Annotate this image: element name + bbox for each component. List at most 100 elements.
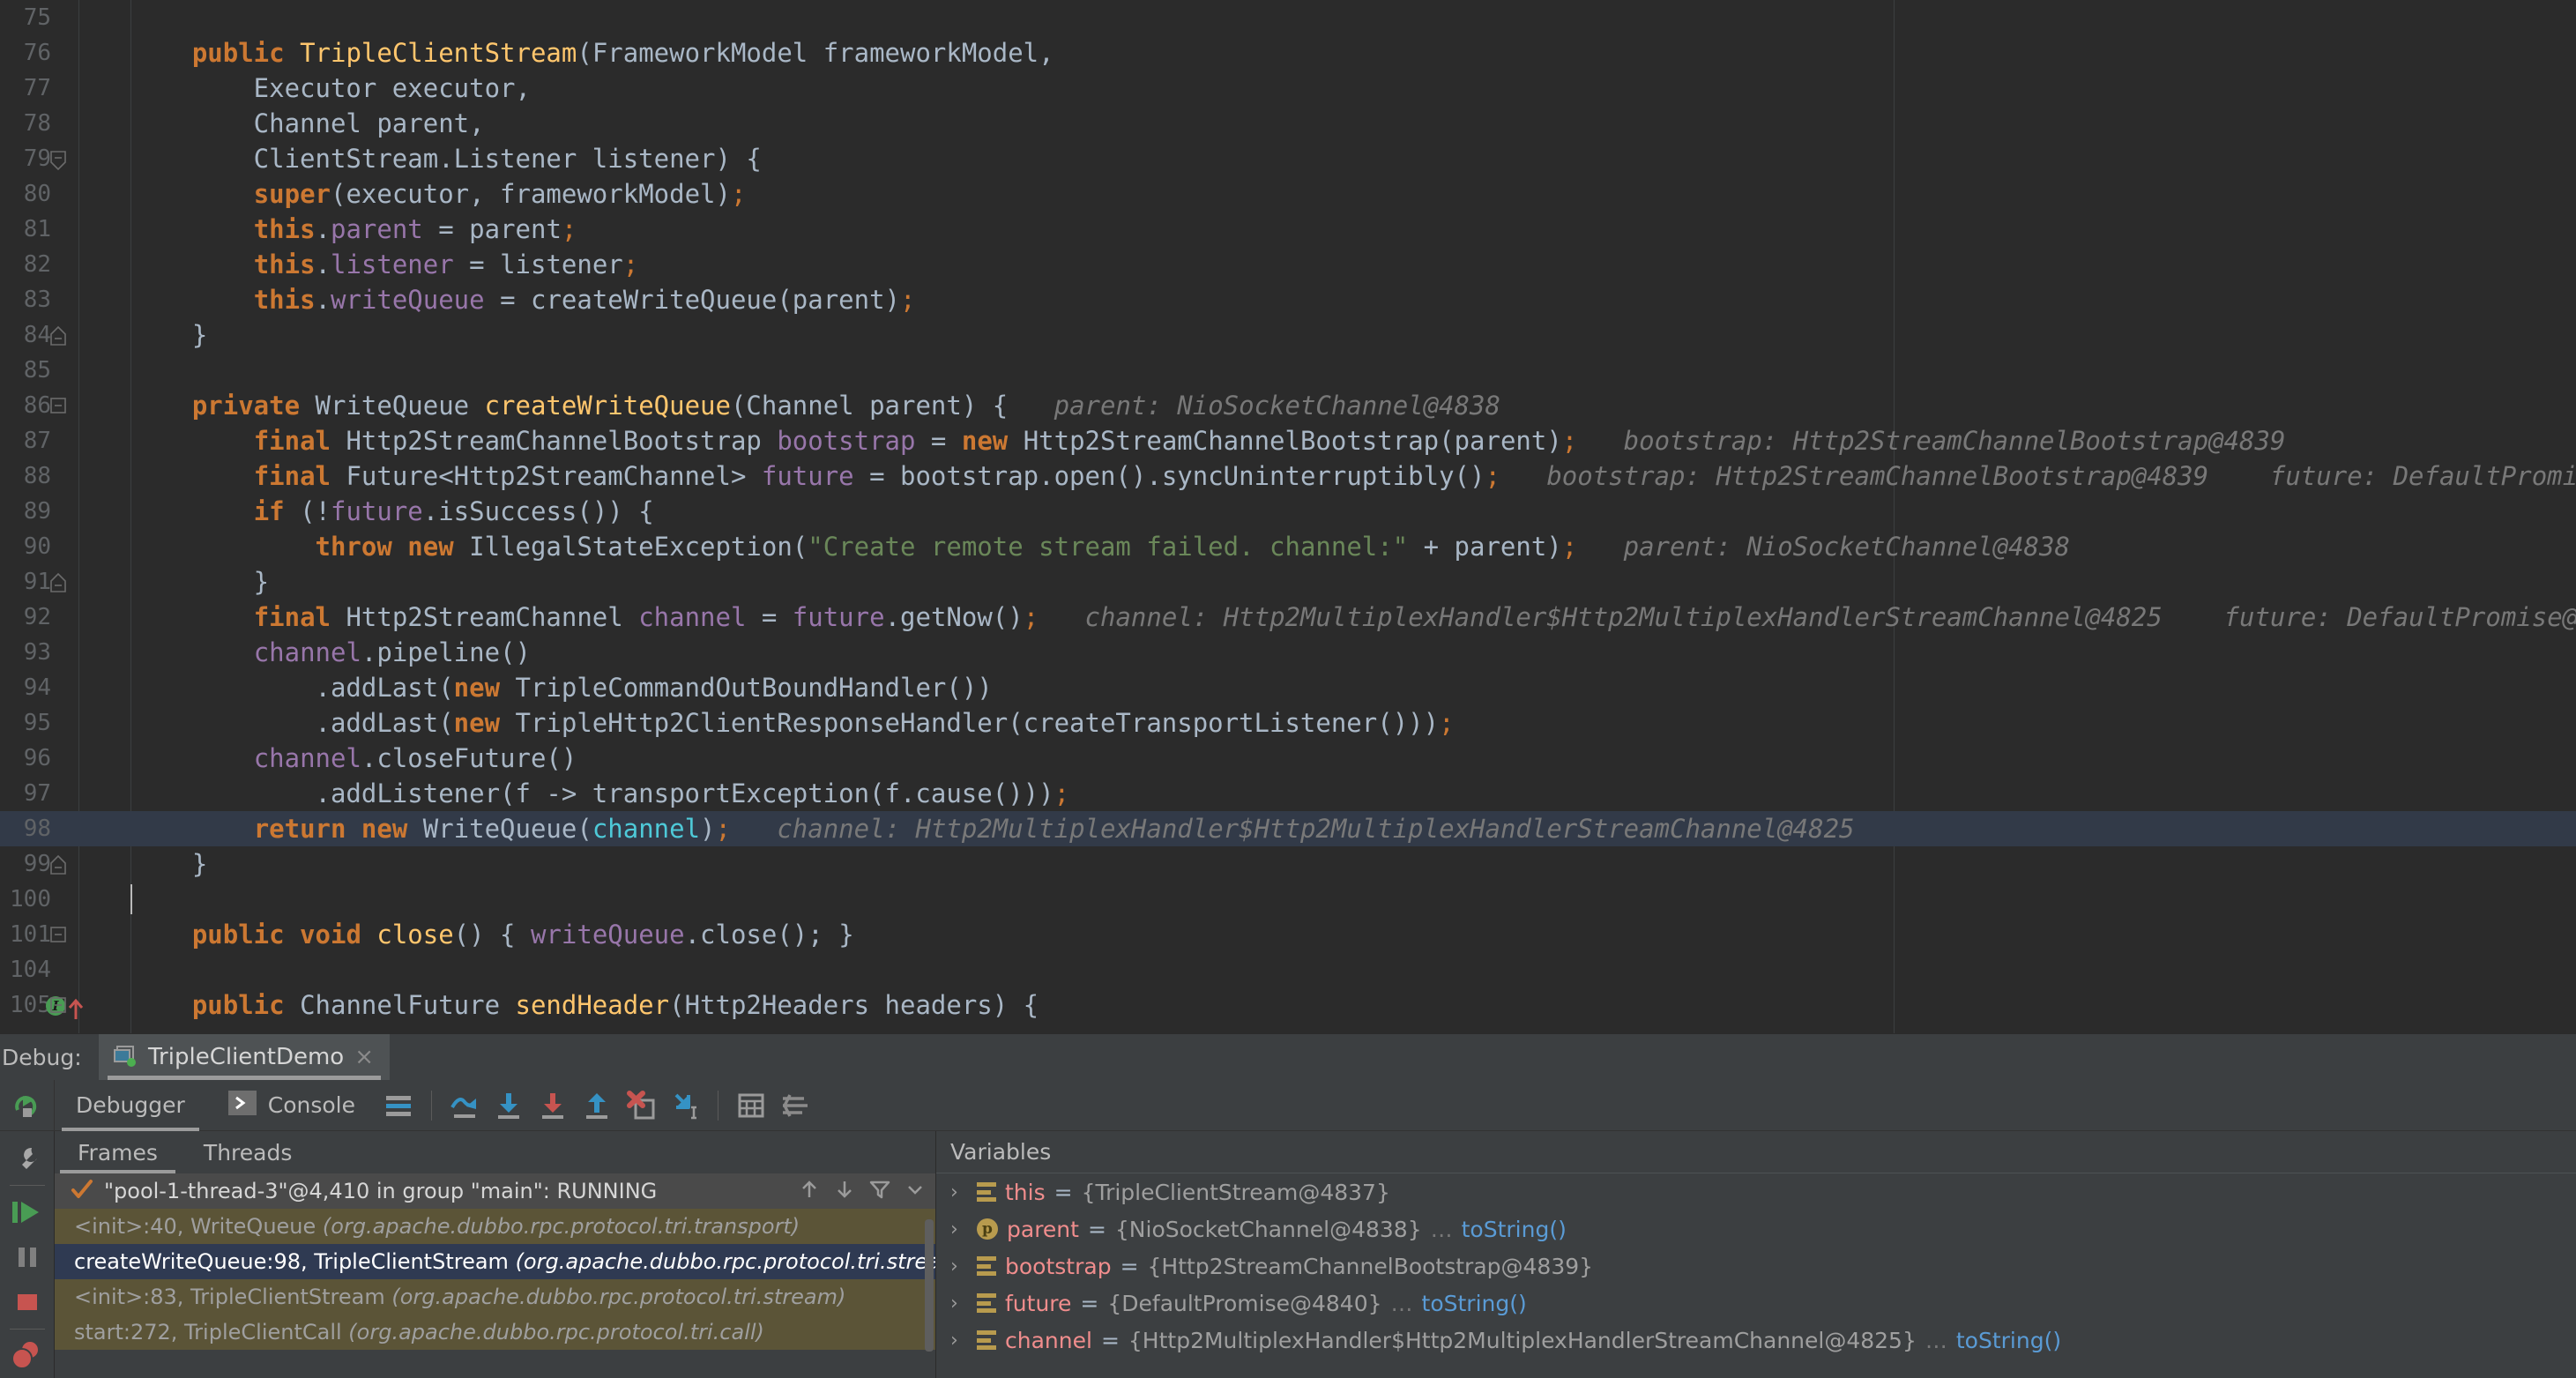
variable-name: bootstrap: [1005, 1253, 1112, 1279]
code-line[interactable]: 98 return new WriteQueue(channel); chann…: [0, 811, 2576, 846]
filter-icon[interactable]: [868, 1178, 891, 1204]
code-token: + parent): [1408, 532, 1562, 562]
frames-scrollbar[interactable]: [925, 1219, 934, 1352]
debug-session-tab[interactable]: TripleClientDemo ×: [99, 1034, 391, 1080]
code-line[interactable]: 78 Channel parent,: [0, 106, 2576, 141]
code-token: ;: [1439, 708, 1455, 738]
code-line[interactable]: 84 }: [0, 317, 2576, 353]
code-line[interactable]: 93 channel.pipeline(): [0, 635, 2576, 670]
code-fold-start-icon[interactable]: [48, 396, 68, 415]
stop-icon[interactable]: [4, 1280, 50, 1325]
variable-row[interactable]: › future = {DefaultPromise@4840} … toString(): [936, 1285, 2576, 1322]
run-to-cursor-icon[interactable]: [663, 1084, 707, 1128]
frame-package: (org.apache.dubbo.rpc.protocol.tri.strea…: [391, 1285, 846, 1309]
variable-row[interactable]: › channel = {Http2MultiplexHandler$Http2Mul…: [936, 1322, 2576, 1359]
code-line[interactable]: 97 .addListener(f -> transportException(…: [0, 776, 2576, 811]
tab-frames[interactable]: Frames: [55, 1131, 181, 1173]
drop-frame-icon[interactable]: [619, 1084, 663, 1128]
debug-window-label: Debug:: [2, 1044, 82, 1070]
variable-row[interactable]: › p parent = {NioSocketChannel@4838} … toStrin…: [936, 1210, 2576, 1248]
chevron-right-icon[interactable]: ›: [950, 1292, 968, 1315]
code-line[interactable]: 95 .addLast(new TripleHttp2ClientRespons…: [0, 705, 2576, 741]
variable-row[interactable]: › this = {TripleClientStream@4837}: [936, 1173, 2576, 1210]
code-line[interactable]: 94 .addLast(new TripleCommandOutBoundHan…: [0, 670, 2576, 705]
variable-tostring-link[interactable]: toString(): [1956, 1328, 2061, 1353]
code-fold-start-icon[interactable]: [48, 925, 68, 944]
code-line[interactable]: 92 final Http2StreamChannel channel = fu…: [0, 600, 2576, 635]
code-line[interactable]: 99 }: [0, 846, 2576, 882]
code-line[interactable]: 104: [0, 952, 2576, 987]
restore-layout-button[interactable]: [0, 1079, 55, 1131]
frame-row[interactable]: createWriteQueue:98, TripleClientStream …: [55, 1244, 935, 1279]
frame-row[interactable]: <init>:40, WriteQueue (org.apache.dubbo.…: [55, 1209, 935, 1244]
view-breakpoints-icon[interactable]: [4, 1333, 50, 1378]
chevron-right-icon[interactable]: ›: [950, 1255, 968, 1277]
thread-selector[interactable]: "pool-1-thread-3"@4,410 in group "main":…: [55, 1173, 935, 1209]
code-line[interactable]: 100: [0, 882, 2576, 917]
wrench-icon[interactable]: [4, 1136, 50, 1181]
code-line[interactable]: 88 final Future<Http2StreamChannel> futu…: [0, 458, 2576, 494]
code-line[interactable]: 76 public TripleClientStream(FrameworkMo…: [0, 35, 2576, 71]
code-text: public ChannelFuture sendHeader(Http2Hea…: [130, 987, 1039, 1023]
code-line[interactable]: 101 public void close() { writeQueue.clo…: [0, 917, 2576, 952]
tab-console[interactable]: Console: [206, 1080, 376, 1131]
frame-row[interactable]: start:272, TripleClientCall (org.apache.…: [55, 1315, 935, 1350]
code-fold-end-icon[interactable]: [48, 149, 68, 171]
code-text: }: [130, 317, 207, 353]
step-over-icon[interactable]: [443, 1084, 487, 1128]
code-line[interactable]: 86 private WriteQueue createWriteQueue(C…: [0, 388, 2576, 423]
code-line[interactable]: 77 Executor executor,: [0, 71, 2576, 106]
code-line[interactable]: 83 this.writeQueue = createWriteQueue(pa…: [0, 282, 2576, 317]
code-line[interactable]: 79 ClientStream.Listener listener) {: [0, 141, 2576, 176]
code-line[interactable]: 80 super(executor, frameworkModel);: [0, 176, 2576, 212]
variable-tostring-link[interactable]: toString(): [1422, 1291, 1527, 1316]
chevron-right-icon[interactable]: ›: [950, 1181, 968, 1203]
frames-list[interactable]: <init>:40, WriteQueue (org.apache.dubbo.…: [55, 1209, 935, 1350]
code-token: ;: [561, 214, 577, 244]
code-fold-close-icon[interactable]: [48, 854, 68, 875]
tab-threads[interactable]: Threads: [181, 1131, 315, 1173]
code-line[interactable]: 105 I public ChannelFuture sendHeader(Htt…: [0, 987, 2576, 1023]
code-editor[interactable]: 75 76 public TripleClientStream(Framework…: [0, 0, 2576, 1033]
chevron-right-icon[interactable]: ›: [950, 1218, 968, 1240]
layout-settings-icon[interactable]: [376, 1084, 421, 1128]
code-line[interactable]: 96 channel.closeFuture(): [0, 741, 2576, 776]
tab-debugger[interactable]: Debugger: [55, 1080, 206, 1131]
code-line[interactable]: 82 this.listener = listener;: [0, 247, 2576, 282]
code-line[interactable]: 85: [0, 353, 2576, 388]
arrow-up-icon[interactable]: [798, 1178, 821, 1204]
resume-program-icon[interactable]: [4, 1189, 50, 1234]
pause-program-icon[interactable]: [4, 1234, 50, 1279]
code-line[interactable]: 81 this.parent = parent;: [0, 212, 2576, 247]
code-token: .: [315, 250, 331, 279]
variable-tostring-link[interactable]: toString(): [1462, 1217, 1567, 1242]
variables-list[interactable]: › this = {TripleClientStream@4837} › p parent =…: [936, 1173, 2576, 1359]
chevron-down-icon[interactable]: [904, 1178, 927, 1204]
code-line[interactable]: 89 if (!future.isSuccess()) {: [0, 494, 2576, 529]
settings-icon[interactable]: [773, 1084, 817, 1128]
code-token: new: [453, 673, 516, 703]
code-line[interactable]: 75: [0, 0, 2576, 35]
close-icon[interactable]: ×: [354, 1044, 374, 1070]
code-fold-close-icon[interactable]: [48, 572, 68, 592]
code-line[interactable]: 90 throw new IllegalStateException("Crea…: [0, 529, 2576, 564]
code-line[interactable]: 87 final Http2StreamChannelBootstrap boo…: [0, 423, 2576, 458]
code-fold-start-icon[interactable]: [48, 995, 68, 1015]
variable-ellipsis: …: [1390, 1290, 1413, 1316]
step-out-icon[interactable]: [575, 1084, 619, 1128]
code-line[interactable]: 91 }: [0, 564, 2576, 600]
code-token: channel: [253, 743, 361, 773]
code-text: final Future<Http2StreamChannel> future …: [130, 458, 2576, 494]
code-token: final: [253, 426, 346, 456]
chevron-right-icon[interactable]: ›: [950, 1330, 968, 1352]
code-token: .: [315, 214, 331, 244]
step-into-icon[interactable]: [487, 1084, 531, 1128]
evaluate-expression-icon[interactable]: [729, 1084, 773, 1128]
frame-row[interactable]: <init>:83, TripleClientStream (org.apach…: [55, 1279, 935, 1315]
code-fold-close-icon[interactable]: [48, 325, 68, 346]
variable-row[interactable]: › bootstrap = {Http2StreamChannelBootstrap@…: [936, 1248, 2576, 1285]
force-step-into-icon[interactable]: [531, 1084, 575, 1128]
arrow-down-icon[interactable]: [833, 1178, 856, 1204]
